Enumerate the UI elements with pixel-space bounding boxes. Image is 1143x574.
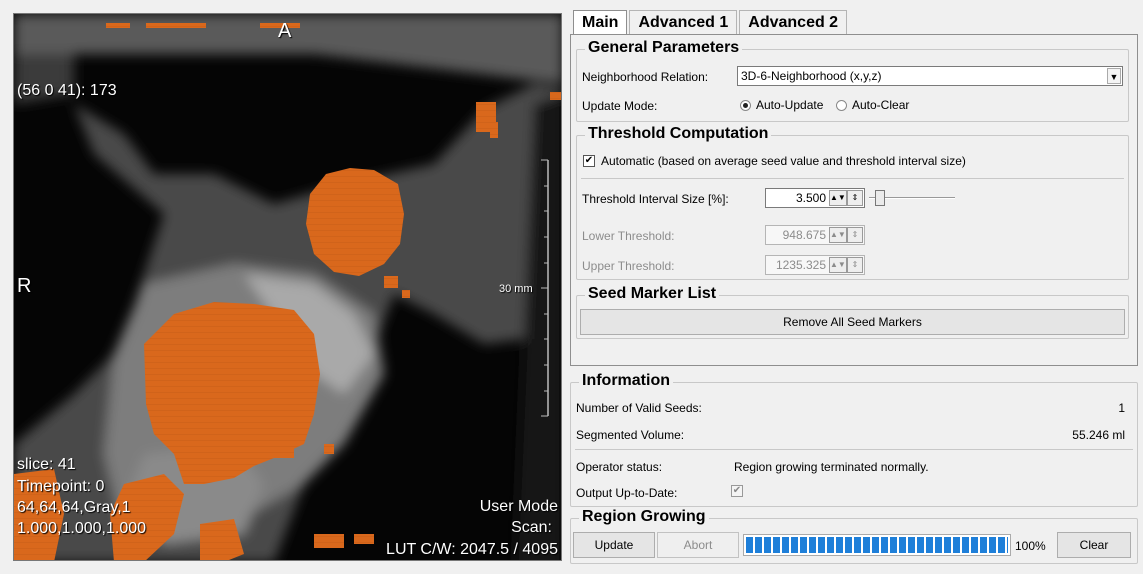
- threshold-computation-title: Threshold Computation: [585, 125, 772, 143]
- lut-label: LUT C/W: 2047.5 / 4095: [386, 541, 558, 558]
- clear-button[interactable]: Clear: [1057, 532, 1131, 558]
- page-step-icon: ⇕: [846, 227, 863, 243]
- segmented-volume-label: Segmented Volume:: [576, 428, 685, 442]
- lower-threshold-value: 948.675: [782, 228, 826, 242]
- auto-update-label: Auto-Update: [756, 98, 824, 112]
- chevron-down-icon: ▼: [1107, 68, 1121, 84]
- threshold-interval-label: Threshold Interval Size [%]:: [582, 192, 729, 206]
- auto-clear-label: Auto-Clear: [852, 98, 910, 112]
- radio-unselected-icon: [836, 99, 847, 111]
- radio-selected-icon: [740, 99, 751, 111]
- valid-seeds-label: Number of Valid Seeds:: [576, 401, 702, 415]
- threshold-computation-group: Threshold Computation ✔ Automatic (based…: [576, 125, 1129, 280]
- auto-update-radio[interactable]: Auto-Update: [740, 98, 823, 112]
- step-up-icon[interactable]: ▲▼: [829, 190, 847, 206]
- upper-threshold-value: 1235.325: [775, 258, 826, 272]
- tab-bar: Main Advanced 1 Advanced 2: [573, 10, 849, 35]
- region-growing-title: Region Growing: [579, 508, 709, 526]
- auto-clear-radio[interactable]: Auto-Clear: [836, 98, 909, 112]
- tab-advanced-2[interactable]: Advanced 2: [739, 10, 848, 34]
- image-spacing-label: 1.000,1.000,1.000: [17, 520, 147, 537]
- page-step-icon: ⇕: [846, 257, 863, 273]
- upper-threshold-spinbox: 1235.325 ▲▼ ⇕: [765, 255, 865, 275]
- user-mode-label: User Mode: [479, 498, 558, 515]
- information-group: Information Number of Valid Seeds: 1 Seg…: [570, 372, 1138, 507]
- region-growing-group: Region Growing Update Abort 100% Clear: [570, 508, 1138, 564]
- tab-main[interactable]: Main: [573, 10, 628, 35]
- step-up-icon: ▲▼: [829, 257, 847, 273]
- output-up-to-date-label: Output Up-to-Date:: [576, 486, 678, 500]
- image-viewer[interactable]: A R (56 0 41): 173 30 mm slice: 41 Timep…: [13, 13, 562, 561]
- progress-fill: [746, 537, 1008, 553]
- lower-threshold-label: Lower Threshold:: [582, 229, 675, 243]
- pixel-value-readout: (56 0 41): 173: [17, 82, 117, 99]
- scale-bar-label: 30 mm: [499, 283, 533, 295]
- operator-status-value: Region growing terminated normally.: [734, 460, 929, 474]
- valid-seeds-value: 1: [1118, 401, 1125, 415]
- slice-label: slice: 41: [17, 456, 76, 473]
- step-up-icon: ▲▼: [829, 227, 847, 243]
- region-growing-progress-bar: [743, 534, 1011, 556]
- progress-label: 100%: [1015, 539, 1046, 553]
- orientation-left-label: R: [17, 275, 32, 297]
- neighborhood-relation-value: 3D-6-Neighborhood (x,y,z): [741, 69, 882, 83]
- threshold-interval-spinbox[interactable]: 3.500 ▲▼ ⇕: [765, 188, 865, 208]
- orientation-top-label: A: [278, 20, 292, 42]
- page-step-icon[interactable]: ⇕: [846, 190, 863, 206]
- tab-advanced-1[interactable]: Advanced 1: [629, 10, 738, 34]
- operator-status-label: Operator status:: [576, 460, 663, 474]
- seed-marker-list-group: Seed Marker List Remove All Seed Markers: [576, 285, 1129, 339]
- update-mode-label: Update Mode:: [582, 99, 658, 113]
- information-title: Information: [579, 372, 673, 390]
- main-tab-panel: General Parameters Neighborhood Relation…: [570, 34, 1138, 366]
- segmented-volume-value: 55.246 ml: [1072, 428, 1125, 442]
- slider-thumb[interactable]: [875, 190, 885, 206]
- automatic-label: Automatic (based on average seed value a…: [601, 154, 966, 168]
- upper-threshold-label: Upper Threshold:: [582, 259, 675, 273]
- image-dimensions-label: 64,64,64,Gray,1: [17, 499, 131, 516]
- information-separator: [575, 449, 1133, 450]
- timepoint-label: Timepoint: 0: [17, 478, 105, 495]
- neighborhood-relation-select[interactable]: 3D-6-Neighborhood (x,y,z) ▼: [737, 66, 1123, 86]
- seed-marker-list-title: Seed Marker List: [585, 285, 720, 303]
- automatic-checkbox[interactable]: ✔: [583, 155, 595, 167]
- threshold-separator: [581, 178, 1124, 179]
- neighborhood-relation-label: Neighborhood Relation:: [582, 70, 709, 84]
- lower-threshold-spinbox: 948.675 ▲▼ ⇕: [765, 225, 865, 245]
- general-parameters-group: General Parameters Neighborhood Relation…: [576, 39, 1129, 122]
- scan-label: Scan:: [511, 519, 552, 536]
- threshold-interval-value: 3.500: [795, 191, 826, 205]
- general-parameters-title: General Parameters: [585, 39, 743, 57]
- remove-all-seed-markers-button[interactable]: Remove All Seed Markers: [580, 309, 1125, 335]
- abort-button: Abort: [657, 532, 739, 558]
- threshold-interval-slider[interactable]: [869, 188, 955, 208]
- output-up-to-date-checkbox: ✔: [731, 485, 743, 497]
- update-button[interactable]: Update: [573, 532, 655, 558]
